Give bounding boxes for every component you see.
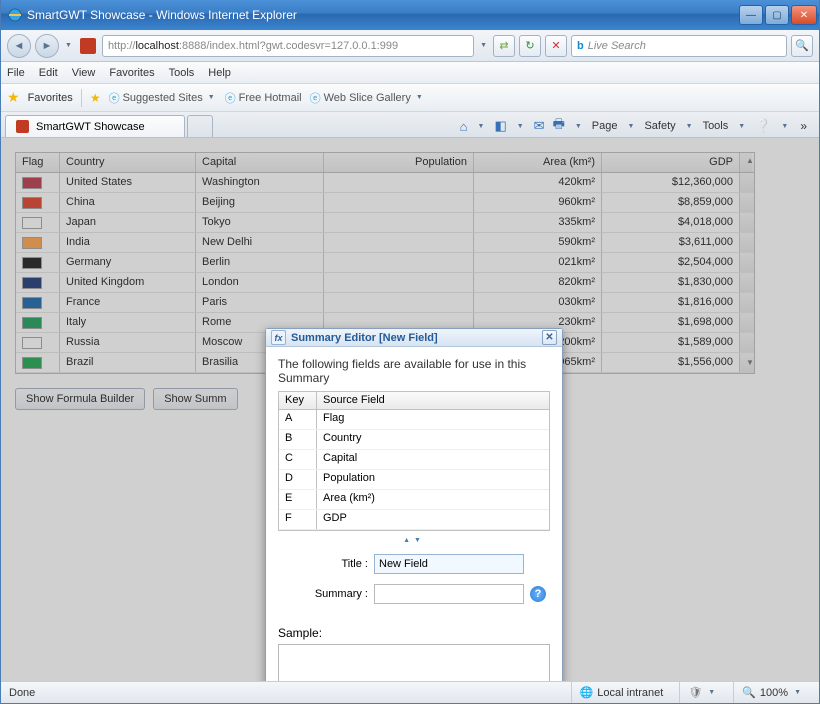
globe-icon: 🌐 [580,686,594,699]
tab-strip: SmartGWT Showcase ⌂▼ ◧▼ ✉ 🖶▼ Page▼ Safet… [1,112,819,138]
ie-icon: ⓔ [225,90,236,106]
menu-file[interactable]: File [7,67,25,79]
status-bar: Done 🌐Local intranet 🛡▼ 🔍100% ▼ [1,681,819,703]
dialog-message: The following fields are available for u… [278,357,550,385]
title-input[interactable] [374,554,524,574]
cell-source: Capital [317,450,549,469]
list-item[interactable]: CCapital [279,450,549,470]
compat-button[interactable]: ⇄ [493,35,515,57]
safety-menu[interactable]: Safety [644,120,675,132]
list-item[interactable]: EArea (km²) [279,490,549,510]
cell-source: GDP [317,510,549,529]
search-button[interactable]: 🔍 [791,35,813,57]
menu-bar: File Edit View Favorites Tools Help [1,62,819,84]
list-item[interactable]: FGDP [279,510,549,530]
keygrid-col-source[interactable]: Source Field [317,392,549,409]
sample-output [278,644,550,681]
cell-source: Flag [317,410,549,429]
cell-source: Area (km²) [317,490,549,509]
tab-smartgwt-showcase[interactable]: SmartGWT Showcase [5,115,185,137]
help-icon[interactable]: ❔ [755,118,771,134]
home-icon[interactable]: ⌂ [460,119,468,134]
summary-editor-dialog: fx Summary Editor [New Field] ✕ The foll… [265,328,563,681]
ie-icon: ⓔ [109,90,120,106]
site-icon [80,38,96,54]
stop-button[interactable]: ✕ [545,35,567,57]
help-icon[interactable]: ? [530,586,546,602]
zoom-label: 100% [760,687,788,699]
list-item[interactable]: DPopulation [279,470,549,490]
cell-key: A [279,410,317,429]
nav-bar: ◄ ► ▼ http://localhost:8888/index.html?g… [1,30,819,62]
favorites-label[interactable]: Favorites [28,92,73,104]
list-item[interactable]: BCountry [279,430,549,450]
cell-key: C [279,450,317,469]
cell-source: Population [317,470,549,489]
cell-key: B [279,430,317,449]
menu-view[interactable]: View [72,67,96,79]
cell-key: E [279,490,317,509]
close-button[interactable]: ✕ [791,5,817,25]
protected-mode-icon[interactable]: 🛡 [688,686,702,699]
field-key-grid: Key Source Field AFlagBCountryCCapitalDP… [278,391,550,531]
address-bar[interactable]: http://localhost:8888/index.html?gwt.cod… [102,35,474,57]
cell-key: F [279,510,317,529]
zone-label: Local intranet [597,687,663,699]
history-dropdown-icon[interactable]: ▼ [65,42,72,49]
maximize-button[interactable]: ▢ [765,5,789,25]
menu-help[interactable]: Help [208,67,231,79]
minimize-button[interactable]: — [739,5,763,25]
fx-icon: fx [271,330,286,345]
search-placeholder: Live Search [588,40,646,52]
site-icon [16,120,29,133]
titlebar: SmartGWT Showcase - Windows Internet Exp… [1,0,819,30]
forward-button[interactable]: ► [35,34,59,58]
status-text: Done [9,687,35,699]
dialog-titlebar: fx Summary Editor [New Field] ✕ [266,329,562,347]
title-label: Title : [278,558,368,570]
feed-icon[interactable]: ◧ [494,118,506,134]
chevron-right-icon[interactable]: » [798,119,807,133]
free-hotmail-link[interactable]: ⓔFree Hotmail [225,90,302,106]
ie-icon: ⓔ [310,90,321,106]
window-title: SmartGWT Showcase - Windows Internet Exp… [27,8,739,22]
cell-key: D [279,470,317,489]
resizer-icon[interactable]: ▲▼ [278,537,550,544]
list-item[interactable]: AFlag [279,410,549,430]
dialog-close-button[interactable]: ✕ [542,330,557,345]
favorites-bar: ★ Favorites ★ ⓔSuggested Sites ▼ ⓔFree H… [1,84,819,112]
ie-icon [7,7,23,23]
cell-source: Country [317,430,549,449]
menu-favorites[interactable]: Favorites [109,67,154,79]
menu-edit[interactable]: Edit [39,67,58,79]
content-area: Flag Country Capital Population Area (km… [1,138,819,681]
bing-icon: b [577,40,584,52]
suggested-sites-link[interactable]: ⓔSuggested Sites ▼ [109,90,217,106]
page-menu[interactable]: Page [592,120,618,132]
web-slice-link[interactable]: ⓔWeb Slice Gallery ▼ [310,90,425,106]
new-tab-button[interactable] [187,115,213,137]
tools-menu[interactable]: Tools [703,120,729,132]
menu-tools[interactable]: Tools [169,67,195,79]
star-icon: ★ [90,91,101,105]
tab-label: SmartGWT Showcase [36,121,145,133]
search-box[interactable]: b Live Search [571,35,787,57]
address-dropdown-icon[interactable]: ▼ [480,42,487,49]
mail-icon[interactable]: ✉ [534,118,545,134]
zoom-icon[interactable]: 🔍 [742,686,756,699]
summary-input[interactable] [374,584,524,604]
keygrid-col-key[interactable]: Key [279,392,317,409]
summary-label: Summary : [278,588,368,600]
refresh-button[interactable]: ↻ [519,35,541,57]
dialog-title: Summary Editor [New Field] [291,332,438,344]
sample-label: Sample: [278,626,550,640]
print-icon[interactable]: 🖶 [553,115,565,137]
star-icon: ★ [7,89,20,106]
back-button[interactable]: ◄ [7,34,31,58]
